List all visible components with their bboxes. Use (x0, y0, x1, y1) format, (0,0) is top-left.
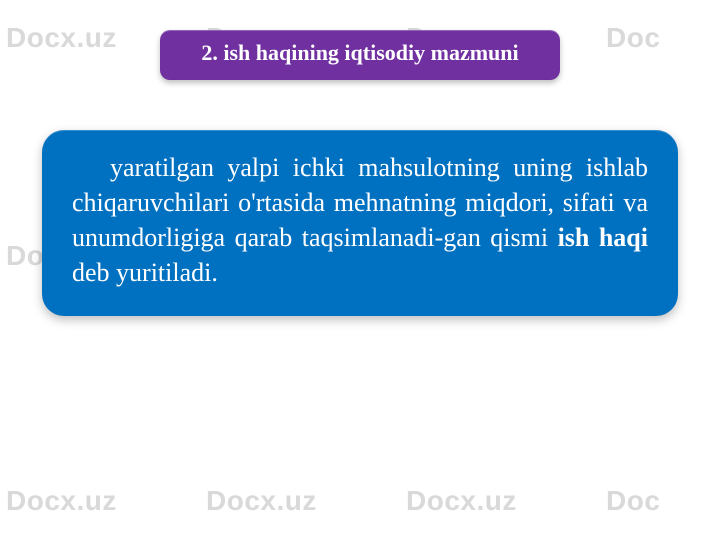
body-text-bold: ish haqi (558, 223, 648, 252)
body-text-post: deb yuritiladi. (72, 258, 218, 287)
slide-body: yaratilgan yalpi ichki mahsulotning unin… (42, 130, 678, 316)
title-container: 2. ish haqining iqtisodiy mazmuni (42, 30, 678, 80)
slide-content: 2. ish haqining iqtisodiy mazmuni yarati… (0, 0, 720, 540)
slide-title: 2. ish haqining iqtisodiy mazmuni (160, 30, 560, 80)
